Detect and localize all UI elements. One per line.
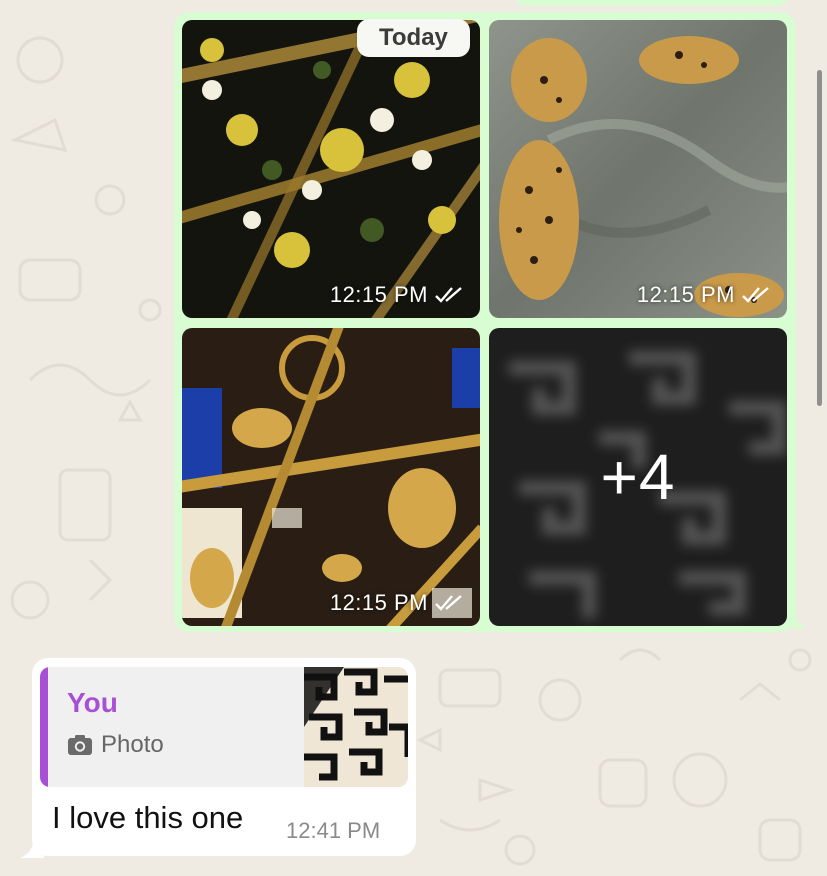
- message-text: I love this one: [52, 800, 244, 835]
- photo-timestamp: 12:15 PM: [637, 282, 771, 308]
- album-photo-2[interactable]: 12:15 PM: [489, 20, 787, 318]
- bubble-tail-icon: [20, 836, 44, 858]
- quote-thumbnail: [304, 667, 408, 787]
- greek-pattern-thumbnail-icon: [304, 667, 408, 787]
- quoted-message[interactable]: You Photo: [40, 667, 408, 787]
- quote-accent-bar: [40, 667, 48, 787]
- baroque-chain-scarf-photo-icon: [182, 328, 480, 626]
- date-separator: Today: [357, 19, 470, 57]
- album-more-photos[interactable]: +4: [489, 328, 787, 626]
- album-photo-3[interactable]: 12:15 PM: [182, 328, 480, 626]
- quote-author: You: [67, 687, 118, 718]
- floral-chain-scarf-photo-icon: [182, 20, 480, 318]
- previous-message-bubble: [513, 0, 790, 6]
- camera-icon: [68, 735, 92, 755]
- more-photos-count: +4: [600, 441, 676, 513]
- quote-type: Photo: [67, 731, 164, 759]
- leopard-scarf-photo-icon: [489, 20, 787, 318]
- quote-type-label: Photo: [101, 731, 164, 758]
- double-check-icon: [435, 595, 462, 611]
- album-photo-1[interactable]: 12:15 PM: [182, 20, 480, 318]
- photo-timestamp: 12:15 PM: [330, 590, 464, 616]
- chat-scrollbar[interactable]: [817, 70, 822, 406]
- message-timestamp: 12:41 PM: [286, 818, 381, 843]
- double-check-icon: [435, 287, 462, 303]
- bubble-tail-icon: [784, 604, 808, 628]
- double-check-icon: [742, 287, 769, 303]
- photo-timestamp: 12:15 PM: [330, 282, 464, 308]
